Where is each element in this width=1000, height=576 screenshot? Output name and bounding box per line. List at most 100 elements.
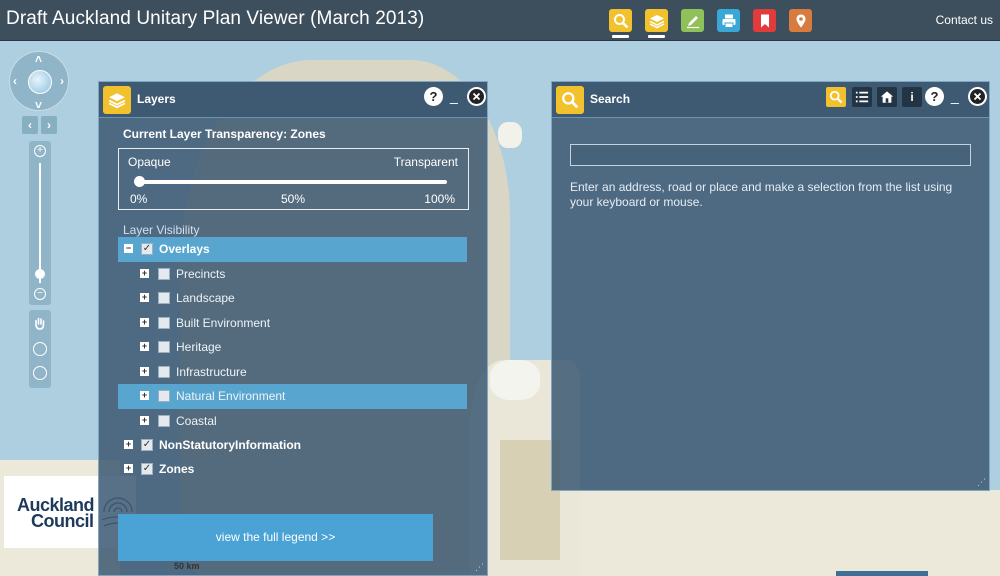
- resize-grip-icon[interactable]: ⋰: [475, 563, 484, 572]
- zoom-in-box-icon[interactable]: [33, 342, 47, 356]
- top-bar: Draft Auckland Unitary Plan Viewer (Marc…: [0, 0, 1000, 41]
- zoom-handle[interactable]: [35, 269, 45, 279]
- property-search-mode-button[interactable]: [877, 87, 897, 107]
- previous-extent-icon[interactable]: ‹: [22, 116, 38, 134]
- layer-row-overlays[interactable]: − ✓ Overlays: [118, 237, 467, 262]
- search-close-button[interactable]: [968, 87, 987, 106]
- search-panel-header[interactable]: Search i ? _: [552, 82, 989, 118]
- layer-visibility-title: Layer Visibility: [123, 223, 200, 237]
- close-icon: [469, 89, 484, 104]
- expand-icon[interactable]: +: [124, 440, 133, 449]
- coastal-checkbox[interactable]: [158, 415, 170, 427]
- landscape-label: Landscape: [176, 291, 235, 305]
- transparency-slider-handle[interactable]: [134, 176, 145, 187]
- overlays-checkbox[interactable]: ✓: [141, 243, 153, 255]
- heritage-checkbox[interactable]: [158, 341, 170, 353]
- bookmark-icon: [760, 14, 769, 27]
- search-help-button[interactable]: ?: [925, 87, 944, 106]
- layers-close-button[interactable]: [467, 87, 486, 106]
- layer-row-heritage[interactable]: + Heritage: [118, 335, 467, 360]
- expand-icon[interactable]: +: [140, 318, 149, 327]
- address-search-mode-button[interactable]: [826, 87, 846, 107]
- zoom-out-icon[interactable]: −: [34, 288, 46, 300]
- list-search-mode-button[interactable]: [852, 87, 872, 107]
- pan-control[interactable]: ˄ ˅ ‹ ›: [9, 51, 69, 111]
- extent-nav: ‹ ›: [22, 116, 58, 134]
- layers-help-button[interactable]: ?: [424, 87, 443, 106]
- search-panel-icon: [556, 86, 584, 114]
- transparent-label: Transparent: [393, 155, 458, 169]
- layer-row-natural-environment[interactable]: + Natural Environment: [118, 384, 467, 409]
- hand-pan-icon[interactable]: [33, 316, 47, 330]
- infrastructure-label: Infrastructure: [176, 365, 247, 379]
- logo-line-2: Council: [31, 511, 94, 531]
- search-minimize-button[interactable]: _: [951, 87, 961, 106]
- resize-grip-icon[interactable]: ⋰: [977, 478, 986, 487]
- location-tool-button[interactable]: [789, 9, 812, 32]
- bottom-tab[interactable]: [836, 571, 928, 576]
- collapse-icon[interactable]: −: [124, 244, 133, 253]
- layer-row-nonstatutory[interactable]: + ✓ NonStatutoryInformation: [118, 433, 467, 458]
- pan-right-icon[interactable]: ›: [60, 75, 64, 87]
- expand-icon[interactable]: +: [140, 342, 149, 351]
- expand-icon[interactable]: +: [124, 464, 133, 473]
- layer-row-precincts[interactable]: + Precincts: [118, 262, 467, 287]
- search-tool-button[interactable]: [609, 9, 632, 38]
- nonstatutory-label: NonStatutoryInformation: [159, 438, 301, 452]
- view-full-legend-button[interactable]: view the full legend >>: [118, 514, 433, 561]
- app-title: Draft Auckland Unitary Plan Viewer (Marc…: [6, 8, 425, 29]
- expand-icon[interactable]: +: [140, 416, 149, 425]
- location-pin-icon: [796, 14, 805, 27]
- layer-row-infrastructure[interactable]: + Infrastructure: [118, 360, 467, 385]
- globe-icon[interactable]: [28, 70, 52, 94]
- infrastructure-checkbox[interactable]: [158, 366, 170, 378]
- tick-min: 0%: [130, 192, 148, 206]
- address-search-input[interactable]: [570, 144, 971, 166]
- transparency-control: Opaque Transparent 0% 50% 100%: [118, 148, 469, 210]
- precincts-label: Precincts: [176, 267, 226, 281]
- layers-icon: [108, 93, 126, 109]
- contact-us-link[interactable]: Contact us: [936, 13, 993, 27]
- natural-environment-checkbox[interactable]: [158, 390, 170, 402]
- layers-panel-header[interactable]: Layers ? _: [99, 82, 487, 118]
- transparency-slider-track[interactable]: [139, 180, 447, 184]
- info-button[interactable]: i: [902, 87, 922, 107]
- zoom-out-box-icon[interactable]: [33, 366, 47, 380]
- expand-icon[interactable]: +: [140, 269, 149, 278]
- layers-tool-button[interactable]: [645, 9, 668, 38]
- landscape-checkbox[interactable]: [158, 292, 170, 304]
- built-environment-label: Built Environment: [176, 316, 271, 330]
- layer-row-zones[interactable]: + ✓ Zones: [118, 457, 467, 482]
- zones-checkbox[interactable]: ✓: [141, 463, 153, 475]
- layers-minimize-button[interactable]: _: [450, 87, 460, 106]
- heritage-label: Heritage: [176, 340, 222, 354]
- pan-down-icon[interactable]: ˅: [35, 99, 42, 111]
- search-panel-title: Search: [590, 92, 631, 106]
- magnifier-icon: [829, 90, 843, 104]
- print-tool-button[interactable]: [717, 9, 740, 32]
- layer-row-landscape[interactable]: + Landscape: [118, 286, 467, 311]
- pan-up-icon[interactable]: ˄: [35, 53, 42, 65]
- next-extent-icon[interactable]: ›: [41, 116, 57, 134]
- layer-row-coastal[interactable]: + Coastal: [118, 409, 467, 434]
- nonstatutory-checkbox[interactable]: ✓: [141, 439, 153, 451]
- bookmark-tool-button[interactable]: [753, 9, 776, 32]
- layers-panel-icon: [103, 86, 131, 114]
- search-panel: Search i ? _ Enter an address, road or p…: [551, 81, 990, 491]
- expand-icon[interactable]: +: [140, 391, 149, 400]
- tick-mid: 50%: [281, 192, 306, 206]
- layer-row-built-environment[interactable]: + Built Environment: [118, 311, 467, 336]
- home-icon: [880, 91, 894, 103]
- magnifier-icon: [562, 92, 579, 109]
- list-icon: [855, 91, 869, 103]
- precincts-checkbox[interactable]: [158, 268, 170, 280]
- expand-icon[interactable]: +: [140, 293, 149, 302]
- built-environment-checkbox[interactable]: [158, 317, 170, 329]
- natural-environment-label: Natural Environment: [176, 389, 286, 403]
- zoom-slider[interactable]: + −: [29, 141, 51, 305]
- zoom-track[interactable]: [39, 163, 41, 283]
- zoom-in-icon[interactable]: +: [34, 145, 46, 157]
- pan-left-icon[interactable]: ‹: [13, 75, 17, 87]
- expand-icon[interactable]: +: [140, 367, 149, 376]
- draw-tool-button[interactable]: [681, 9, 704, 32]
